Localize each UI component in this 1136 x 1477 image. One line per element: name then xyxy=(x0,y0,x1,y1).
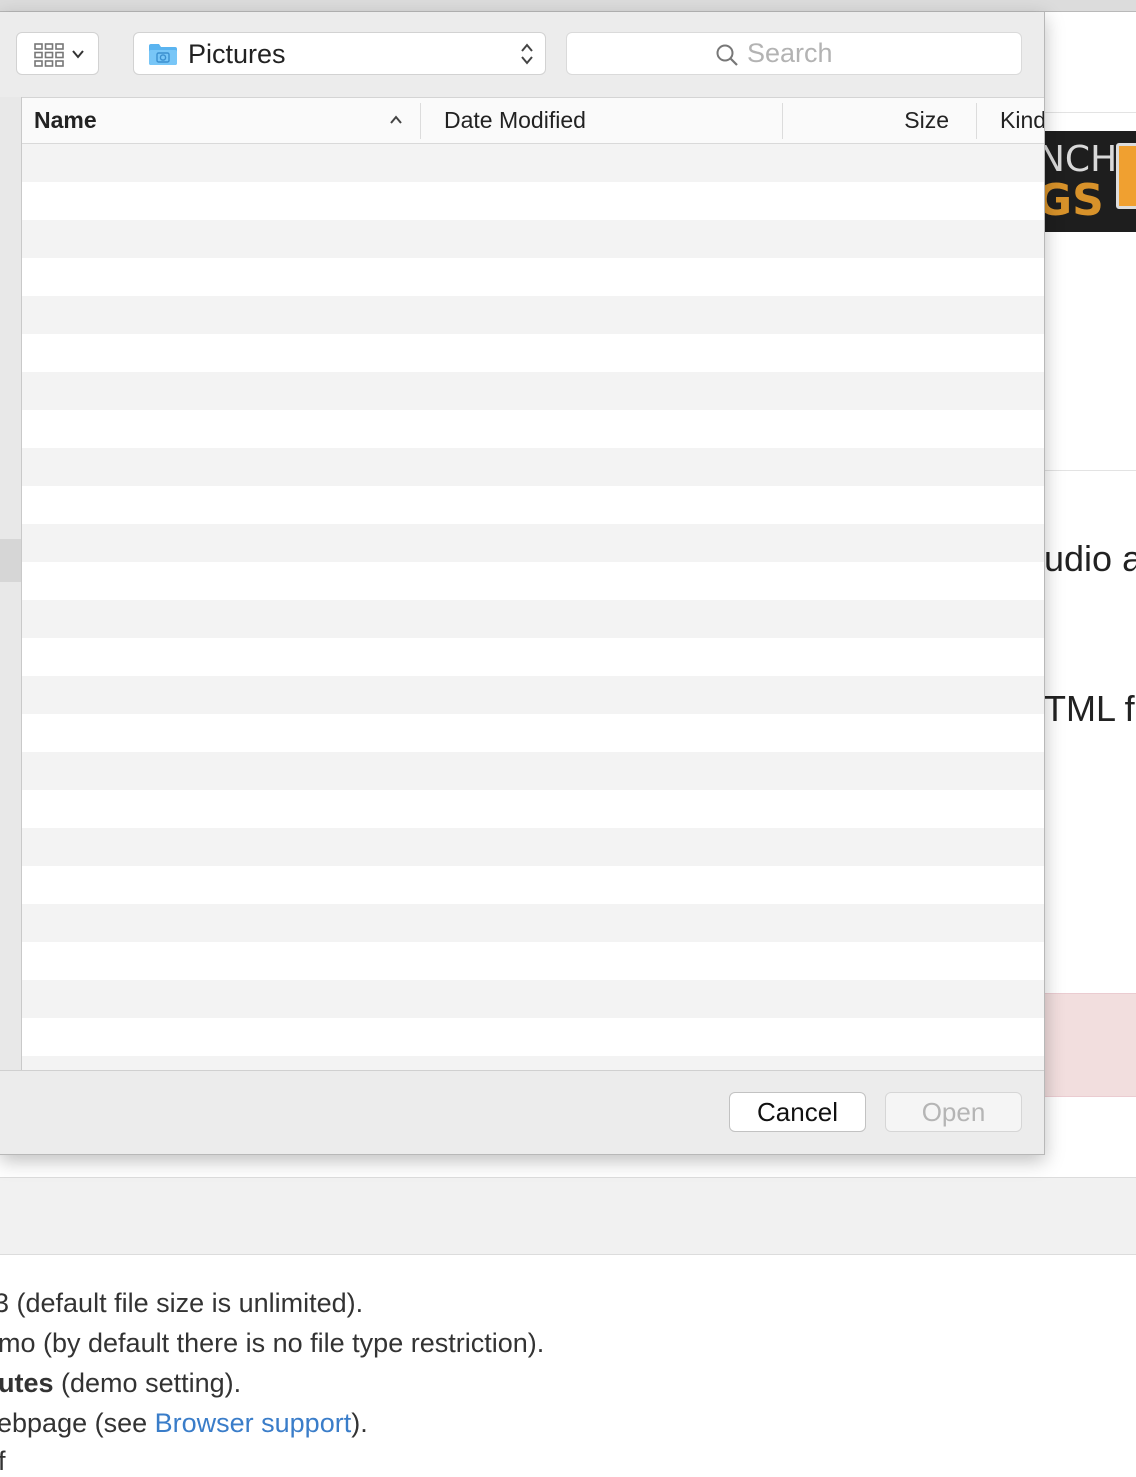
page-panel-band xyxy=(0,1177,1136,1255)
empty-row xyxy=(22,676,1044,714)
page-heading-fragment: udio a xyxy=(1044,538,1136,579)
info-line: mo (by default there is no file type res… xyxy=(0,1328,544,1359)
sidebar-selected-item[interactable] xyxy=(0,539,21,582)
page-heading-fragment: TML f xyxy=(1044,688,1135,729)
empty-row xyxy=(22,562,1044,600)
open-button[interactable]: Open xyxy=(885,1092,1022,1132)
empty-row xyxy=(22,638,1044,676)
dialog-toolbar: Pictures xyxy=(0,12,1044,96)
file-list[interactable]: Name Date Modified Size Kind xyxy=(22,97,1044,1071)
empty-row xyxy=(22,448,1044,486)
page-divider xyxy=(1044,112,1136,113)
info-line-text: (demo setting). xyxy=(53,1368,242,1398)
page-divider xyxy=(1044,470,1136,471)
browser-support-link[interactable]: Browser support xyxy=(155,1408,352,1438)
empty-row xyxy=(22,486,1044,524)
empty-row xyxy=(22,296,1044,334)
empty-row xyxy=(22,904,1044,942)
banner-text-bottom: GS xyxy=(1044,175,1104,226)
empty-row xyxy=(22,144,1044,182)
info-line-text: f xyxy=(0,1446,6,1476)
column-size-label: Size xyxy=(904,107,949,133)
empty-row xyxy=(22,524,1044,562)
info-line: f xyxy=(0,1446,6,1477)
pictures-folder-icon xyxy=(149,44,177,65)
alert-box xyxy=(1044,993,1136,1097)
column-kind-header[interactable]: Kind xyxy=(1000,98,1044,143)
empty-row xyxy=(22,334,1044,372)
empty-row xyxy=(22,600,1044,638)
column-separator[interactable] xyxy=(782,103,783,139)
column-header-row: Name Date Modified Size Kind xyxy=(22,98,1044,144)
info-line-bold: utes xyxy=(0,1368,54,1398)
browser-top-edge xyxy=(0,0,1136,12)
info-line: utes (demo setting). xyxy=(0,1368,241,1399)
empty-row xyxy=(22,410,1044,448)
column-separator[interactable] xyxy=(976,103,977,139)
info-line-text: ebpage (see xyxy=(0,1408,155,1438)
search-icon xyxy=(716,44,738,66)
icon-grid-view-icon xyxy=(34,43,64,67)
banner-thumbnail xyxy=(1116,143,1136,209)
cancel-button[interactable]: Cancel xyxy=(729,1092,866,1132)
location-popup[interactable]: Pictures xyxy=(133,32,546,75)
search-field[interactable] xyxy=(566,32,1022,75)
info-line-text: 3 (default file size is unlimited). xyxy=(0,1288,364,1318)
column-kind-label: Kind xyxy=(1000,107,1044,133)
dialog-footer: Cancel Open xyxy=(0,1070,1044,1154)
empty-row xyxy=(22,714,1044,752)
empty-row xyxy=(22,942,1044,980)
empty-row xyxy=(22,752,1044,790)
empty-row xyxy=(22,372,1044,410)
empty-row xyxy=(22,182,1044,220)
banner-text-top: NCH xyxy=(1044,139,1118,180)
info-line-text: mo (by default there is no file type res… xyxy=(0,1328,545,1358)
empty-row xyxy=(22,1056,1044,1071)
info-line: ebpage (see Browser support). xyxy=(0,1408,368,1439)
empty-row xyxy=(22,980,1044,1018)
dialog-sidebar[interactable] xyxy=(0,97,22,1070)
column-date-header[interactable]: Date Modified xyxy=(444,98,774,143)
banner-image: NCH GS xyxy=(1044,131,1136,232)
empty-row xyxy=(22,790,1044,828)
chevron-down-icon xyxy=(72,50,84,59)
sort-ascending-icon xyxy=(390,115,402,124)
updown-chevron-icon xyxy=(521,43,533,65)
column-name-label: Name xyxy=(34,107,97,133)
info-line-text: ). xyxy=(351,1408,368,1438)
view-options-button[interactable] xyxy=(16,32,99,75)
file-rows xyxy=(22,144,1044,1071)
column-name-header[interactable]: Name xyxy=(34,98,374,143)
column-separator[interactable] xyxy=(420,103,421,139)
empty-row xyxy=(22,828,1044,866)
empty-row xyxy=(22,1018,1044,1056)
empty-row xyxy=(22,866,1044,904)
empty-row xyxy=(22,220,1044,258)
empty-row xyxy=(22,258,1044,296)
file-open-dialog: Pictures Name Date Mod xyxy=(0,12,1045,1155)
search-input[interactable] xyxy=(747,37,997,70)
column-size-header[interactable]: Size xyxy=(786,98,949,143)
location-label: Pictures xyxy=(188,39,286,69)
info-line: 3 (default file size is unlimited). xyxy=(0,1288,363,1319)
column-date-label: Date Modified xyxy=(444,107,586,133)
